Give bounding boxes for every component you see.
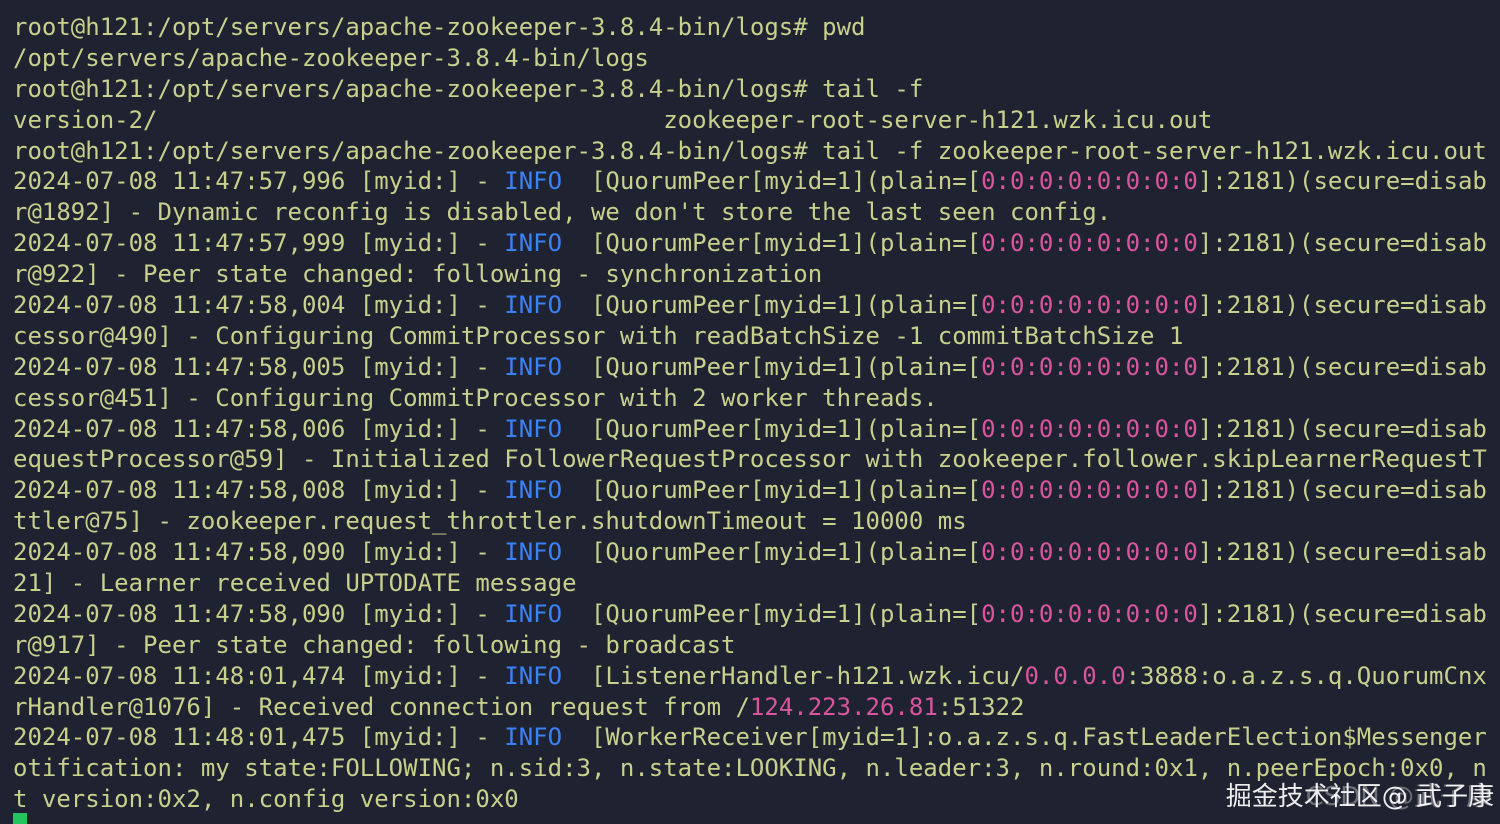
terminal-text: root@h121:/opt/servers/apache-zookeeper-… — [13, 136, 1487, 165]
log-level-label: INFO — [504, 291, 563, 320]
ip-address-text: 0:0:0:0:0:0:0:0 — [981, 599, 1198, 628]
ip-address-text: 0.0.0.0 — [1024, 661, 1126, 690]
terminal-text: [QuorumPeer[myid=1](plain=[ — [562, 414, 982, 443]
terminal-text: [ListenerHandler-h121.wzk.icu/ — [562, 661, 1025, 690]
terminal-text: ]:2181)(secure=disab — [1197, 599, 1487, 628]
terminal-text: ]:2181)(secure=disab — [1197, 538, 1487, 567]
terminal-text: :3888:o.a.z.s.q.QuorumCnx — [1125, 661, 1487, 690]
terminal-text: 21] - Learner received UPTODATE message — [13, 569, 577, 598]
log-level-label: INFO — [504, 723, 563, 752]
terminal-text: t version:0x2, n.config version:0x0 — [13, 785, 519, 814]
terminal-text: r@1892] - Dynamic reconfig is disabled, … — [13, 198, 1112, 227]
terminal-line: r@922] - Peer state changed: following -… — [13, 259, 1500, 290]
terminal-text: root@h121:/opt/servers/apache-zookeeper-… — [13, 13, 866, 41]
terminal-line: 2024-07-08 11:47:58,090 [myid:] - INFO [… — [13, 599, 1500, 630]
terminal-text: ]:2181)(secure=disab — [1197, 167, 1487, 196]
terminal-line: root@h121:/opt/servers/apache-zookeeper-… — [13, 12, 1500, 43]
log-level-label: INFO — [504, 229, 563, 258]
terminal-line: 21] - Learner received UPTODATE message — [13, 568, 1500, 599]
ip-address-text: 0:0:0:0:0:0:0:0 — [981, 538, 1198, 567]
terminal-line: root@h121:/opt/servers/apache-zookeeper-… — [13, 136, 1500, 167]
terminal-line: version-2/ zookeeper-root-server-h121.wz… — [13, 105, 1500, 136]
terminal-line: 2024-07-08 11:47:58,005 [myid:] - INFO [… — [13, 352, 1500, 383]
terminal-line: 2024-07-08 11:47:58,090 [myid:] - INFO [… — [13, 537, 1500, 568]
terminal-line: 2024-07-08 11:47:57,996 [myid:] - INFO [… — [13, 166, 1500, 197]
terminal-line: 2024-07-08 11:47:58,006 [myid:] - INFO [… — [13, 414, 1500, 445]
terminal-text: equestProcessor@59] - Initialized Follow… — [13, 445, 1487, 474]
terminal-text: [QuorumPeer[myid=1](plain=[ — [562, 352, 982, 381]
terminal-text: ]:2181)(secure=disab — [1197, 229, 1487, 258]
ip-address-text: 0:0:0:0:0:0:0:0 — [981, 167, 1198, 196]
terminal-line: ttler@75] - zookeeper.request_throttler.… — [13, 506, 1500, 537]
terminal-text: ]:2181)(secure=disab — [1197, 352, 1487, 381]
terminal-line: 2024-07-08 11:47:58,008 [myid:] - INFO [… — [13, 475, 1500, 506]
log-level-label: INFO — [504, 476, 563, 505]
terminal-text: 2024-07-08 11:48:01,474 [myid:] - — [13, 661, 505, 690]
terminal-text: [QuorumPeer[myid=1](plain=[ — [562, 599, 982, 628]
terminal-text: 2024-07-08 11:47:58,006 [myid:] - — [13, 414, 505, 443]
terminal-text: r@917] - Peer state changed: following -… — [13, 630, 736, 659]
ip-address-text: 0:0:0:0:0:0:0:0 — [981, 291, 1198, 320]
terminal-window[interactable]: root@h121:/opt/servers/apache-zookeeper-… — [0, 0, 1500, 824]
terminal-output: root@h121:/opt/servers/apache-zookeeper-… — [13, 12, 1500, 824]
terminal-text: otification: my state:FOLLOWING; n.sid:3… — [13, 754, 1487, 783]
terminal-line: 2024-07-08 11:47:58,004 [myid:] - INFO [… — [13, 290, 1500, 321]
terminal-text: 2024-07-08 11:48:01,475 [myid:] - — [13, 723, 505, 752]
ip-address-text: 0:0:0:0:0:0:0:0 — [981, 352, 1198, 381]
terminal-text: ]:2181)(secure=disab — [1197, 476, 1487, 505]
terminal-text: /opt/servers/apache-zookeeper-3.8.4-bin/… — [13, 43, 649, 72]
terminal-line: equestProcessor@59] - Initialized Follow… — [13, 444, 1500, 475]
juejin-watermark: 掘金技术社区@ 武子康 — [1226, 780, 1494, 814]
terminal-text: 2024-07-08 11:47:58,090 [myid:] - — [13, 599, 505, 628]
terminal-text: cessor@490] - Configuring CommitProcesso… — [13, 321, 1184, 350]
terminal-text: rHandler@1076] - Received connection req… — [13, 692, 750, 721]
terminal-text: ]:2181)(secure=disab — [1197, 291, 1487, 320]
ip-address-text: 0:0:0:0:0:0:0:0 — [981, 414, 1198, 443]
log-level-label: INFO — [504, 661, 563, 690]
terminal-text: [QuorumPeer[myid=1](plain=[ — [562, 229, 982, 258]
terminal-text: [QuorumPeer[myid=1](plain=[ — [562, 476, 982, 505]
terminal-text: [QuorumPeer[myid=1](plain=[ — [562, 538, 982, 567]
ip-address-text: 124.223.26.81 — [749, 692, 938, 721]
terminal-text: [QuorumPeer[myid=1](plain=[ — [562, 291, 982, 320]
terminal-text: 2024-07-08 11:47:58,008 [myid:] - — [13, 476, 505, 505]
log-level-label: INFO — [504, 167, 563, 196]
terminal-line: 2024-07-08 11:48:01,475 [myid:] - INFO [… — [13, 722, 1500, 753]
terminal-cursor — [13, 813, 27, 824]
terminal-text: [WorkerReceiver[myid=1]:o.a.z.s.q.FastLe… — [562, 723, 1487, 752]
terminal-text: 2024-07-08 11:47:57,996 [myid:] - — [13, 167, 505, 196]
terminal-text: cessor@451] - Configuring CommitProcesso… — [13, 383, 938, 412]
terminal-line: root@h121:/opt/servers/apache-zookeeper-… — [13, 74, 1500, 105]
terminal-text: r@922] - Peer state changed: following -… — [13, 260, 823, 289]
terminal-line: rHandler@1076] - Received connection req… — [13, 692, 1500, 723]
ip-address-text: 0:0:0:0:0:0:0:0 — [981, 229, 1198, 258]
watermark-author: @ 武子康 — [1381, 782, 1494, 812]
log-level-label: INFO — [504, 599, 563, 628]
terminal-text: 2024-07-08 11:47:58,004 [myid:] - — [13, 291, 505, 320]
terminal-text: version-2/ zookeeper-root-server-h121.wz… — [13, 105, 1213, 134]
watermark-platform: 掘金技术社区 — [1225, 782, 1382, 812]
terminal-text: :51322 — [937, 692, 1025, 721]
ip-address-text: 0:0:0:0:0:0:0:0 — [981, 476, 1198, 505]
terminal-line: cessor@451] - Configuring CommitProcesso… — [13, 383, 1500, 414]
terminal-text: [QuorumPeer[myid=1](plain=[ — [562, 167, 982, 196]
log-level-label: INFO — [504, 538, 563, 567]
terminal-text: 2024-07-08 11:47:58,005 [myid:] - — [13, 352, 505, 381]
terminal-line: 2024-07-08 11:48:01,474 [myid:] - INFO [… — [13, 661, 1500, 692]
log-level-label: INFO — [504, 352, 563, 381]
terminal-text: ]:2181)(secure=disab — [1197, 414, 1487, 443]
terminal-line: 2024-07-08 11:47:57,999 [myid:] - INFO [… — [13, 228, 1500, 259]
terminal-line: r@917] - Peer state changed: following -… — [13, 630, 1500, 661]
terminal-text: root@h121:/opt/servers/apache-zookeeper-… — [13, 74, 924, 103]
terminal-text: ttler@75] - zookeeper.request_throttler.… — [13, 507, 967, 536]
terminal-line: cessor@490] - Configuring CommitProcesso… — [13, 321, 1500, 352]
terminal-text: 2024-07-08 11:47:58,090 [myid:] - — [13, 538, 505, 567]
terminal-line: r@1892] - Dynamic reconfig is disabled, … — [13, 197, 1500, 228]
terminal-text: 2024-07-08 11:47:57,999 [myid:] - — [13, 229, 505, 258]
terminal-line: /opt/servers/apache-zookeeper-3.8.4-bin/… — [13, 43, 1500, 74]
log-level-label: INFO — [504, 414, 563, 443]
